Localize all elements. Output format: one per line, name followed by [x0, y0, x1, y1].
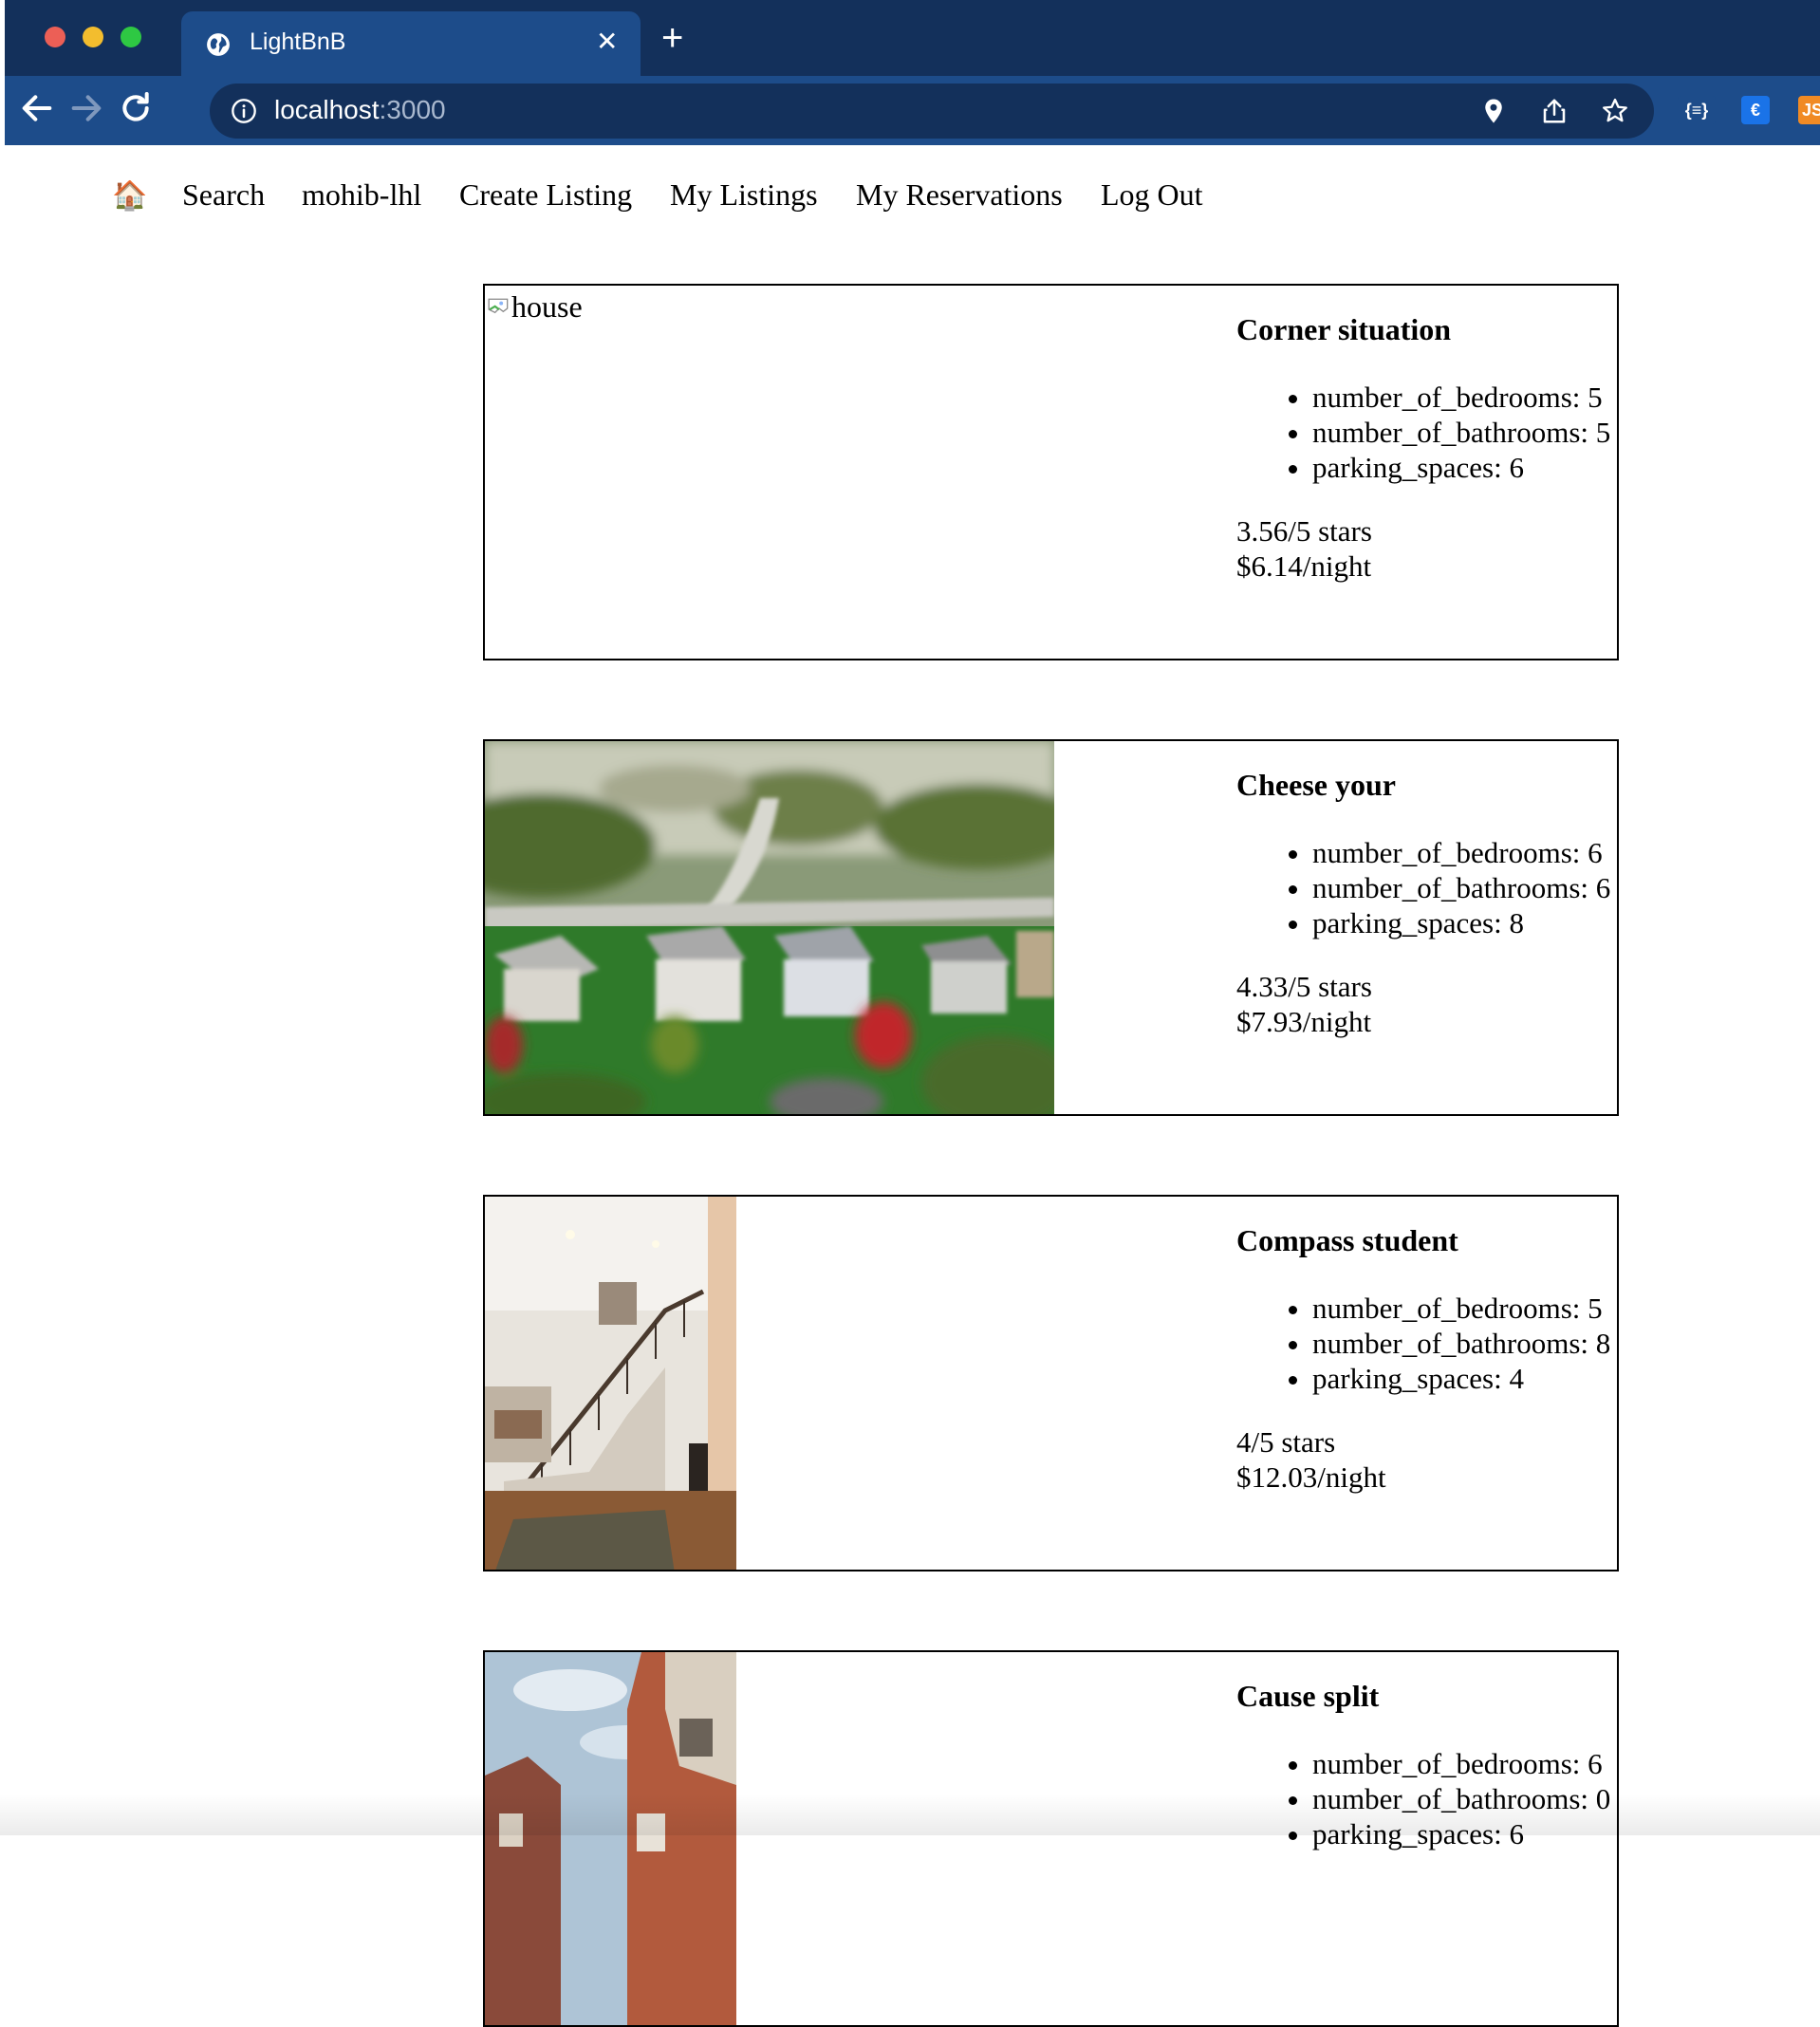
listing-price: $6.14/night: [1236, 549, 1372, 583]
nav-my-reservations-link[interactable]: My Reservations: [856, 177, 1063, 213]
parking-item: parking_spaces: 8: [1312, 905, 1617, 940]
listing-details: Compass student number_of_bedrooms: 5 nu…: [1236, 1223, 1617, 1495]
url-host: localhost: [274, 95, 380, 124]
globe-icon: [207, 33, 230, 56]
nav-create-listing-link[interactable]: Create Listing: [459, 177, 632, 213]
aerial-suburb-photo: [485, 741, 1054, 1114]
broken-image-icon: [488, 298, 509, 314]
bathrooms-item: number_of_bathrooms: 6: [1312, 870, 1617, 905]
site-info-icon[interactable]: [231, 98, 257, 124]
listing-image: house: [485, 286, 1054, 659]
listing-features: number_of_bedrooms: 6 number_of_bathroom…: [1236, 835, 1617, 940]
address-bar[interactable]: localhost:3000: [210, 84, 1654, 139]
nav-log-out-link[interactable]: Log Out: [1101, 177, 1203, 213]
json-formatter-extension-label: {≡}: [1684, 101, 1709, 120]
listing-price: $7.93/night: [1236, 1005, 1372, 1038]
interior-staircase-photo: [485, 1197, 736, 1570]
property-listing: Compass student number_of_bedrooms: 5 nu…: [483, 1195, 1619, 1571]
tab-title: LightBnB: [250, 28, 346, 55]
page-bottom-shadow: [0, 1794, 1820, 1835]
url-port: :3000: [379, 95, 446, 124]
bedrooms-item: number_of_bedrooms: 6: [1312, 1746, 1617, 1781]
nav-my-listings-link[interactable]: My Listings: [670, 177, 818, 213]
listing-details: Corner situation number_of_bedrooms: 5 n…: [1236, 312, 1617, 584]
location-pin-icon[interactable]: [1479, 97, 1508, 125]
currency-extension-label: €: [1750, 101, 1760, 120]
listing-image: [485, 1652, 736, 2025]
back-arrow-icon[interactable]: [18, 89, 56, 127]
listing-features: number_of_bedrooms: 5 number_of_bathroom…: [1236, 380, 1617, 485]
url-text[interactable]: localhost:3000: [274, 95, 446, 125]
property-listing: Cheese your number_of_bedrooms: 6 number…: [483, 739, 1619, 1116]
property-listing: Cause split number_of_bedrooms: 6 number…: [483, 1650, 1619, 2027]
property-listing: house Corner situation number_of_bedroom…: [483, 284, 1619, 660]
parking-item: parking_spaces: 6: [1312, 450, 1617, 485]
image-alt-text: house: [511, 289, 583, 324]
tab-strip: LightBnB ✕ +: [5, 0, 1820, 76]
street-houses-photo: [485, 1652, 736, 2025]
listing-image: [485, 1197, 736, 1570]
parking-item: parking_spaces: 4: [1312, 1361, 1617, 1396]
bookmark-star-icon[interactable]: [1601, 97, 1629, 125]
browser-toolbar: localhost:3000 {≡} € JS: [5, 76, 1820, 145]
js-extension-label: JS: [1801, 101, 1820, 120]
bedrooms-item: number_of_bedrooms: 5: [1312, 380, 1617, 415]
close-window-button[interactable]: [45, 27, 65, 47]
json-formatter-extension-icon[interactable]: {≡}: [1678, 96, 1716, 124]
bathrooms-item: number_of_bathrooms: 8: [1312, 1326, 1617, 1361]
minimize-window-button[interactable]: [83, 27, 103, 47]
listing-title: Cause split: [1236, 1679, 1380, 1713]
reload-icon[interactable]: [117, 89, 155, 127]
listing-rating: 4/5 stars: [1236, 1425, 1336, 1459]
active-tab[interactable]: LightBnB ✕: [181, 11, 641, 76]
js-extension-icon[interactable]: JS: [1798, 96, 1820, 124]
nav-search-link[interactable]: Search: [182, 177, 265, 213]
currency-extension-icon[interactable]: €: [1741, 96, 1770, 124]
forward-arrow-icon[interactable]: [67, 89, 105, 127]
broken-image-placeholder: house: [487, 289, 583, 325]
home-icon[interactable]: 🏠: [112, 179, 147, 213]
listing-title: Compass student: [1236, 1223, 1458, 1257]
listing-image: [485, 741, 1054, 1114]
listing-title: Corner situation: [1236, 312, 1452, 346]
bedrooms-item: number_of_bedrooms: 5: [1312, 1291, 1617, 1326]
browser-chrome: LightBnB ✕ + localhost:3000 {≡} € JS: [5, 0, 1820, 145]
maximize-window-button[interactable]: [121, 27, 141, 47]
listing-rating: 4.33/5 stars: [1236, 970, 1372, 1003]
listing-details: Cheese your number_of_bedrooms: 6 number…: [1236, 768, 1617, 1039]
nav-user-link[interactable]: mohib-lhl: [302, 177, 421, 213]
listing-features: number_of_bedrooms: 5 number_of_bathroom…: [1236, 1291, 1617, 1396]
close-tab-icon[interactable]: ✕: [596, 27, 618, 57]
listing-title: Cheese your: [1236, 768, 1396, 802]
bedrooms-item: number_of_bedrooms: 6: [1312, 835, 1617, 870]
listing-price: $12.03/night: [1236, 1460, 1386, 1494]
listing-rating: 3.56/5 stars: [1236, 514, 1372, 548]
new-tab-button[interactable]: +: [661, 19, 683, 57]
bathrooms-item: number_of_bathrooms: 5: [1312, 415, 1617, 450]
share-icon[interactable]: [1540, 97, 1569, 125]
site-navigation: 🏠 Search mohib-lhl Create Listing My Lis…: [0, 166, 1328, 223]
